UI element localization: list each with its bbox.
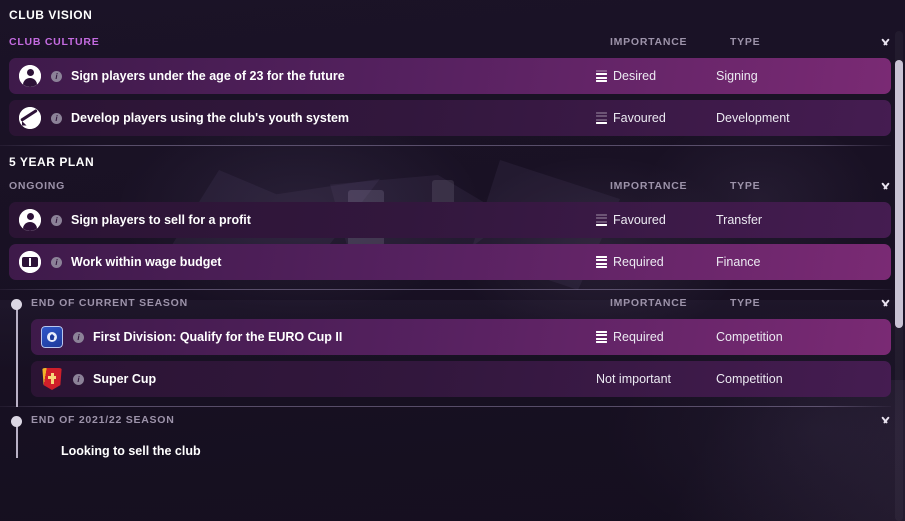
goal-importance: Not important [596, 372, 716, 386]
goal-type: Competition [716, 372, 783, 386]
goal-importance-label: Desired [613, 69, 657, 83]
club-culture-header[interactable]: CLUB CULTURE IMPORTANCE TYPE [0, 29, 905, 55]
info-icon[interactable]: i [51, 214, 62, 226]
person-icon [19, 209, 41, 231]
timeline-end-of-2021-22-season: END OF 2021/22 SEASON Looking to sell th… [0, 407, 905, 458]
goal-text: Sign players under the age of 23 for the… [71, 69, 345, 83]
person-icon [19, 65, 41, 87]
goal-row[interactable]: i Develop players using the club's youth… [9, 100, 891, 136]
goal-importance: Favoured [596, 111, 716, 125]
info-icon[interactable]: i [51, 112, 62, 124]
info-icon[interactable]: i [51, 256, 62, 268]
importance-bars-icon [596, 213, 607, 227]
end-of-current-season-goal-list: i First Division: Qualify for the EURO C… [0, 316, 905, 400]
goal-text: Work within wage budget [71, 255, 222, 269]
info-icon[interactable]: i [51, 70, 62, 82]
column-header-importance: IMPORTANCE [610, 297, 688, 309]
goal-importance-label: Favoured [613, 111, 666, 125]
column-header-type: TYPE [730, 297, 761, 309]
scrollbar-thumb[interactable] [895, 60, 903, 328]
competition-crest-blue-icon [41, 326, 63, 348]
goal-row[interactable]: i Work within wage budget Required Finan… [9, 244, 891, 280]
timeline-end-of-current-season: END OF CURRENT SEASON IMPORTANCE TYPE i … [0, 290, 905, 407]
goal-importance: Favoured [596, 213, 716, 227]
growth-chart-icon [19, 107, 41, 129]
importance-bars-icon [596, 330, 607, 344]
goal-type: Transfer [716, 213, 763, 227]
info-icon[interactable]: i [73, 373, 84, 385]
column-header-importance: IMPORTANCE [610, 180, 688, 192]
goal-text: Sign players to sell for a profit [71, 213, 251, 227]
goal-text: Looking to sell the club [61, 444, 201, 458]
goal-text: Develop players using the club's youth s… [71, 111, 350, 125]
club-culture-goal-list: i Sign players under the age of 23 for t… [0, 55, 905, 139]
importance-bars-icon [596, 255, 607, 269]
goal-type: Development [716, 111, 790, 125]
money-icon [19, 251, 41, 273]
info-icon[interactable]: i [73, 331, 84, 343]
end-of-current-season-header[interactable]: END OF CURRENT SEASON IMPORTANCE TYPE [0, 290, 905, 316]
goal-type: Competition [716, 330, 783, 344]
goal-importance: Required [596, 330, 716, 344]
goal-row[interactable]: i First Division: Qualify for the EURO C… [31, 319, 891, 355]
ongoing-title: ONGOING [9, 180, 66, 192]
goal-row[interactable]: i Super Cup Not important Competition [31, 361, 891, 397]
goal-text: Super Cup [93, 372, 157, 386]
timeline-rail [16, 304, 18, 407]
five-year-plan-title: 5 YEAR PLAN [9, 155, 95, 169]
column-header-type: TYPE [730, 36, 761, 48]
goal-type: Finance [716, 255, 761, 269]
goal-importance-label: Favoured [613, 213, 666, 227]
goal-row[interactable]: i Sign players under the age of 23 for t… [9, 58, 891, 94]
end-of-2021-22-season-header[interactable]: END OF 2021/22 SEASON [0, 407, 905, 433]
goal-importance: Required [596, 255, 716, 269]
club-culture-title: CLUB CULTURE [9, 36, 100, 48]
goal-importance: Desired [596, 69, 716, 83]
goal-importance-label: Not important [596, 372, 672, 386]
importance-bars-icon [596, 69, 607, 83]
goal-importance-label: Required [613, 330, 664, 344]
page-title: CLUB VISION [9, 8, 93, 22]
goal-type: Signing [716, 69, 758, 83]
goal-text: First Division: Qualify for the EURO Cup… [93, 330, 343, 344]
column-header-importance: IMPORTANCE [610, 36, 688, 48]
importance-bars-icon [596, 111, 607, 125]
end-of-current-season-title: END OF CURRENT SEASON [31, 297, 188, 309]
end-of-2021-22-season-title: END OF 2021/22 SEASON [31, 414, 175, 426]
goal-importance-label: Required [613, 255, 664, 269]
ongoing-goal-list: i Sign players to sell for a profit Favo… [0, 199, 905, 283]
goal-row[interactable]: i Sign players to sell for a profit Favo… [9, 202, 891, 238]
ongoing-header[interactable]: ONGOING IMPORTANCE TYPE [0, 173, 905, 199]
competition-crest-red-icon [41, 368, 63, 390]
column-header-type: TYPE [730, 180, 761, 192]
